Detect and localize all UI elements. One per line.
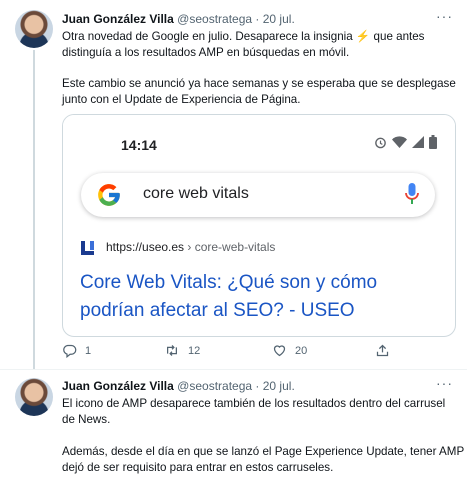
author-name[interactable]: Juan González Villa [62,12,174,26]
tweet-text-line: distinguía a los resultados AMP en búsqu… [62,46,350,59]
battery-icon [429,135,437,149]
google-g-icon [98,184,120,206]
avatar[interactable] [15,10,53,48]
separator: · [255,379,260,393]
reply-count: 1 [85,344,92,357]
tweet-text-line: de News. [62,413,111,426]
mic-icon [405,183,419,204]
retweet-icon [167,345,177,356]
author-name[interactable]: Juan González Villa [62,379,174,393]
signal-icon [412,136,424,148]
more-icon[interactable]: ··· [436,375,453,391]
status-icons [374,135,437,149]
like-button[interactable]: 20 [272,343,307,358]
result-title: podrían afectar al SEO? - USEO [80,300,355,321]
thread-line [33,50,35,370]
wifi-icon [392,136,407,148]
phone-status-bar: 14:14 [63,115,455,173]
result-url: https://useo.es › core-web-vitals [106,240,275,254]
reply-icon [63,344,77,358]
retweet-count: 12 [188,344,201,357]
author-handle[interactable]: @seostratega [177,379,252,393]
tweet-date[interactable]: 20 jul. [263,379,295,393]
like-count: 20 [295,344,308,357]
search-query: core web vitals [143,185,249,202]
result-title: Core Web Vitals: ¿Qué son y cómo [80,272,378,293]
media-image[interactable]: 14:14 core web vitals https://useo.es › … [62,114,456,337]
share-button[interactable] [375,343,390,358]
useo-favicon-icon [81,241,94,255]
more-icon[interactable]: ··· [436,8,453,24]
result-path: › core-web-vitals [184,240,276,254]
tweet-text-line: dejó de ser requisito para entrar en est… [62,461,334,474]
reply-button[interactable]: 1 [62,343,91,358]
search-result: https://useo.es › core-web-vitals Core W… [63,227,455,336]
tweet-header: Juan González Villa @seostratega · 20 ju… [62,12,295,26]
like-icon [273,345,286,357]
tweet-text-line: Además, desde el día en que se lanzó el … [62,445,465,458]
tweet-header: Juan González Villa @seostratega · 20 ju… [62,379,295,393]
tweet-text-line: Otra novedad de Google en julio. Desapar… [62,30,425,43]
tweet-1[interactable]: Juan González Villa @seostratega · 20 ju… [0,0,467,370]
avatar[interactable] [15,378,53,416]
tweet-2[interactable]: Juan González Villa @seostratega · 20 ju… [0,370,467,479]
separator: · [255,12,260,26]
tweet-text-line: Este cambio se anunció ya hace semanas y… [62,77,456,90]
google-search-bar: core web vitals [81,173,435,217]
result-domain: https://useo.es [106,240,185,254]
tweet-text-line: junto con el Update de Experiencia de Pá… [62,93,301,106]
alarm-icon [375,137,386,148]
retweet-button[interactable]: 12 [164,343,200,358]
status-time: 14:14 [121,137,157,153]
tweet-actions: 1 12 20 [62,343,422,363]
tweet-text-line: El icono de AMP desaparece también de lo… [62,397,446,410]
share-icon [376,344,389,357]
author-handle[interactable]: @seostratega [177,12,252,26]
tweet-date[interactable]: 20 jul. [263,12,295,26]
